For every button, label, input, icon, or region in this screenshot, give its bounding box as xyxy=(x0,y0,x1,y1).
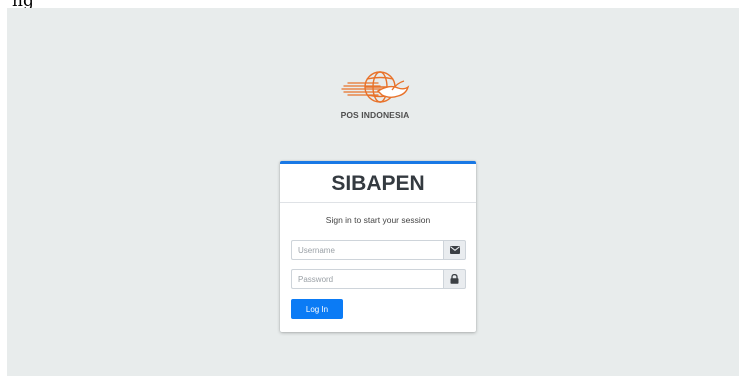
password-input[interactable] xyxy=(291,269,443,289)
login-button[interactable]: Log In xyxy=(291,299,343,319)
lock-icon xyxy=(450,274,459,284)
login-subtitle: Sign in to start your session xyxy=(325,215,431,225)
pos-indonesia-logo: POS INDONESIA xyxy=(334,64,416,126)
logo-text: POS INDONESIA xyxy=(340,110,410,120)
globe-bird-logo-icon xyxy=(341,71,410,103)
login-card: SIBAPEN Sign in to start your session Lo… xyxy=(280,161,476,332)
username-input-group xyxy=(291,240,466,260)
top-strip: ng xyxy=(0,0,739,11)
lock-addon xyxy=(443,269,466,289)
username-input[interactable] xyxy=(291,240,443,260)
app-title: SIBAPEN xyxy=(280,164,476,203)
envelope-addon xyxy=(443,240,466,260)
password-input-group xyxy=(291,269,466,289)
envelope-icon xyxy=(449,246,460,254)
